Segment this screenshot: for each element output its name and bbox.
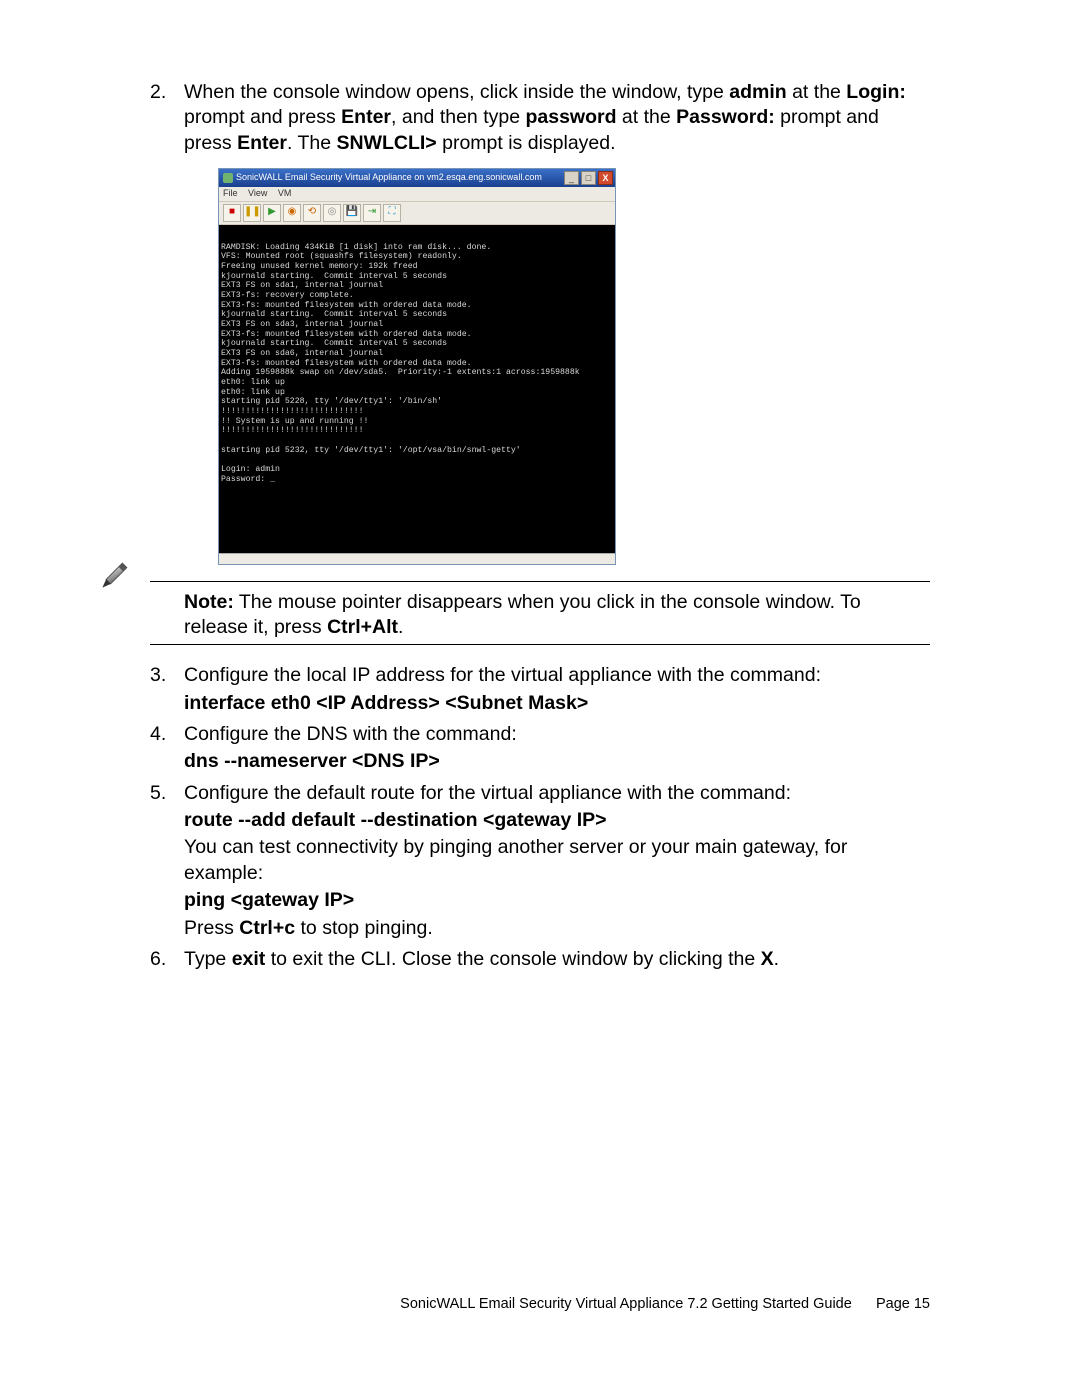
step5-p3a: Press — [184, 917, 239, 939]
s6e: . — [774, 948, 779, 970]
connect-icon[interactable]: ⇥ — [363, 204, 381, 222]
pen-icon — [91, 557, 133, 599]
step4-cmd: dns --nameserver <DNS IP> — [184, 749, 930, 774]
maximize-button[interactable]: □ — [581, 171, 596, 185]
step-5: Configure the default route for the virt… — [150, 781, 930, 941]
ordered-list-top: When the console window opens, click ins… — [150, 80, 930, 565]
floppy-icon[interactable]: 💾 — [343, 204, 361, 222]
note-ctrlalt: Ctrl+Alt — [327, 616, 398, 638]
terminal-output[interactable]: RAMDISK: Loading 434KiB [1 disk] into ra… — [219, 225, 615, 553]
step2-enter2: Enter — [237, 132, 287, 154]
step2-password: password — [525, 106, 616, 128]
step-6: Type exit to exit the CLI. Close the con… — [150, 947, 930, 972]
step3-cmd: interface eth0 <IP Address> <Subnet Mask… — [184, 691, 930, 716]
snapshot-icon[interactable]: ◉ — [283, 204, 301, 222]
note-rule-bottom — [150, 644, 930, 645]
step2-text-c: at the — [787, 81, 847, 103]
step2-text-a: When the console window opens, click ins… — [184, 81, 729, 103]
console-menubar: File View VM — [219, 187, 615, 201]
step5-cmd: route --add default --destination <gatew… — [184, 808, 930, 833]
step5-text3: Press Ctrl+c to stop pinging. — [184, 916, 930, 941]
app-icon — [223, 173, 233, 183]
step2-admin: admin — [729, 81, 786, 103]
step5-ctrlc: Ctrl+c — [239, 917, 295, 939]
step2-text-e: prompt and press — [184, 106, 341, 128]
console-toolbar: ■ ❚❚ ▶ ◉ ⟲ ◎ 💾 ⇥ ⛶ — [219, 201, 615, 225]
step2-text-i: at the — [617, 106, 677, 128]
step-4: Configure the DNS with the command: dns … — [150, 722, 930, 775]
ordered-list-cont: Configure the local IP address for the v… — [150, 663, 930, 972]
note-text1: The mouse pointer disappears when you cl… — [184, 591, 861, 638]
step5-p3c: to stop pinging. — [295, 917, 433, 939]
step2-login: Login: — [846, 81, 906, 103]
step2-text-m: . The — [287, 132, 337, 154]
play-icon[interactable]: ▶ — [263, 204, 281, 222]
page-content: When the console window opens, click ins… — [150, 80, 930, 978]
step5-cmd2: ping <gateway IP> — [184, 888, 930, 913]
step2-text-o: prompt is displayed. — [437, 132, 616, 154]
step2-snwlcli: SNWLCLI> — [336, 132, 436, 154]
footer-title: SonicWALL Email Security Virtual Applian… — [400, 1296, 852, 1312]
step3-text: Configure the local IP address for the v… — [184, 664, 821, 686]
step5-text2: You can test connectivity by pinging ano… — [184, 835, 930, 886]
menu-view[interactable]: View — [248, 188, 267, 198]
note-rule-top — [150, 581, 930, 582]
step2-passwordlbl: Password: — [676, 106, 775, 128]
minimize-button[interactable]: _ — [564, 171, 579, 185]
s6-exit: exit — [232, 948, 266, 970]
pause-icon[interactable]: ❚❚ — [243, 204, 261, 222]
s6a: Type — [184, 948, 232, 970]
page-footer: SonicWALL Email Security Virtual Applian… — [400, 1296, 930, 1312]
menu-file[interactable]: File — [223, 188, 238, 198]
fullscreen-icon[interactable]: ⛶ — [383, 204, 401, 222]
cd-icon[interactable]: ◎ — [323, 204, 341, 222]
menu-vm[interactable]: VM — [278, 188, 292, 198]
console-statusbar — [219, 553, 615, 564]
step-3: Configure the local IP address for the v… — [150, 663, 930, 716]
stop-icon[interactable]: ■ — [223, 204, 241, 222]
step2-text-g: , and then type — [391, 106, 525, 128]
s6-x: X — [761, 948, 774, 970]
note-text3: . — [398, 616, 403, 638]
note-label: Note: — [184, 591, 234, 613]
revert-icon[interactable]: ⟲ — [303, 204, 321, 222]
step2-enter1: Enter — [341, 106, 391, 128]
note-block: Note: The mouse pointer disappears when … — [150, 590, 930, 641]
close-button[interactable]: X — [598, 171, 613, 185]
console-title-text: SonicWALL Email Security Virtual Applian… — [236, 172, 542, 184]
s6c: to exit the CLI. Close the console windo… — [265, 948, 760, 970]
console-titlebar: SonicWALL Email Security Virtual Applian… — [219, 169, 615, 187]
console-window: SonicWALL Email Security Virtual Applian… — [218, 168, 616, 565]
footer-page: Page 15 — [876, 1296, 930, 1312]
step5-text: Configure the default route for the virt… — [184, 782, 791, 804]
step4-text: Configure the DNS with the command: — [184, 723, 517, 745]
step-2: When the console window opens, click ins… — [150, 80, 930, 565]
